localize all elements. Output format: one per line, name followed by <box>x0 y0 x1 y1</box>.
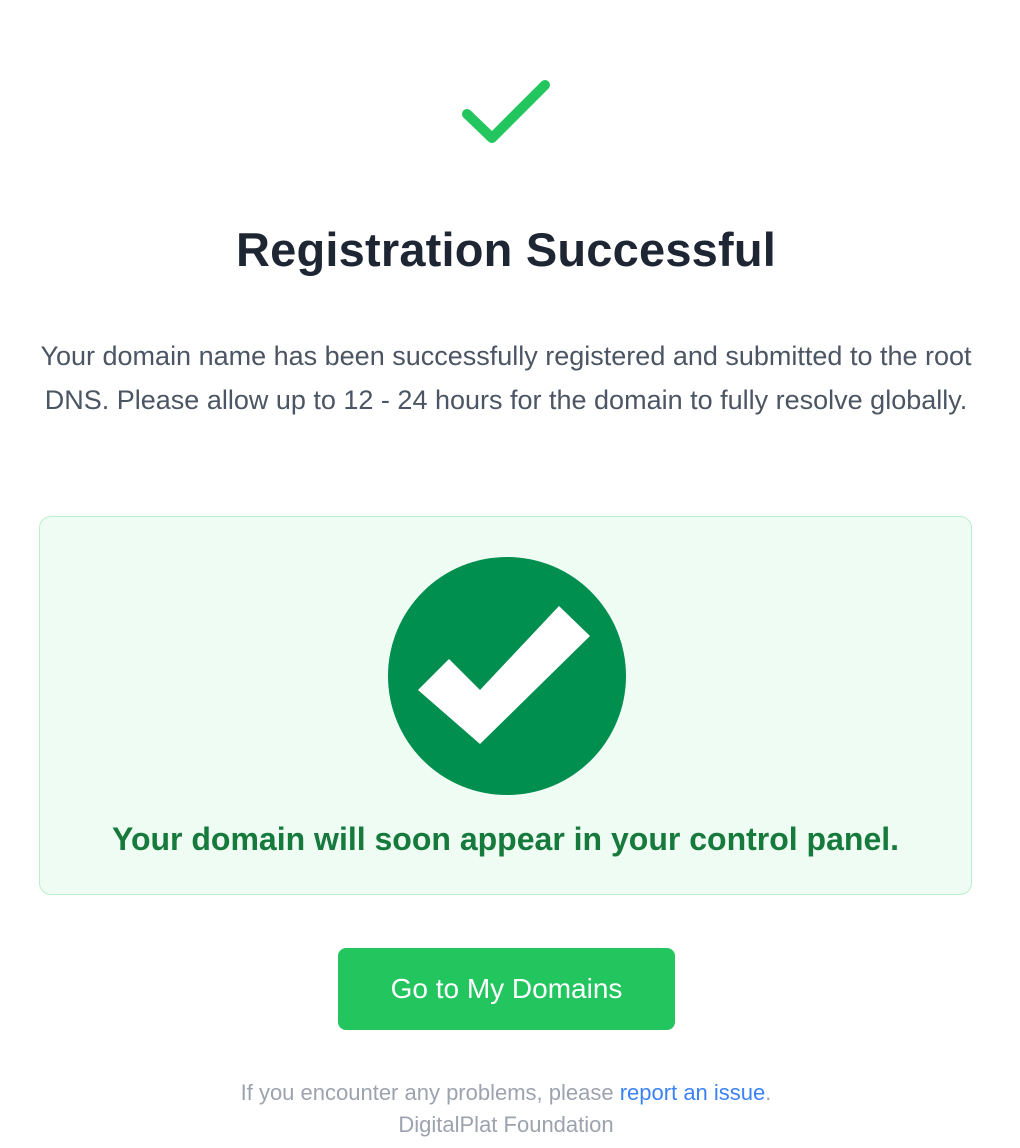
page-title: Registration Successful <box>235 223 777 276</box>
check-circle-icon <box>388 557 626 795</box>
footer-help-text: If you encounter any problems, please re… <box>0 1080 1012 1106</box>
footer-help-prefix: If you encounter any problems, please <box>240 1080 620 1105</box>
notice-text: Your domain will soon appear in your con… <box>111 821 900 857</box>
report-issue-link[interactable]: report an issue <box>620 1080 766 1105</box>
success-description: Your domain name has been successfully r… <box>40 341 972 415</box>
registration-success-page: Registration Successful Your domain name… <box>0 0 1020 1148</box>
check-icon <box>462 80 550 143</box>
organization-name: DigitalPlat Foundation <box>398 1112 614 1137</box>
go-to-my-domains-button[interactable]: Go to My Domains <box>338 948 675 1030</box>
control-panel-notice: Your domain will soon appear in your con… <box>39 516 972 895</box>
footer-help-suffix: . <box>765 1080 772 1105</box>
